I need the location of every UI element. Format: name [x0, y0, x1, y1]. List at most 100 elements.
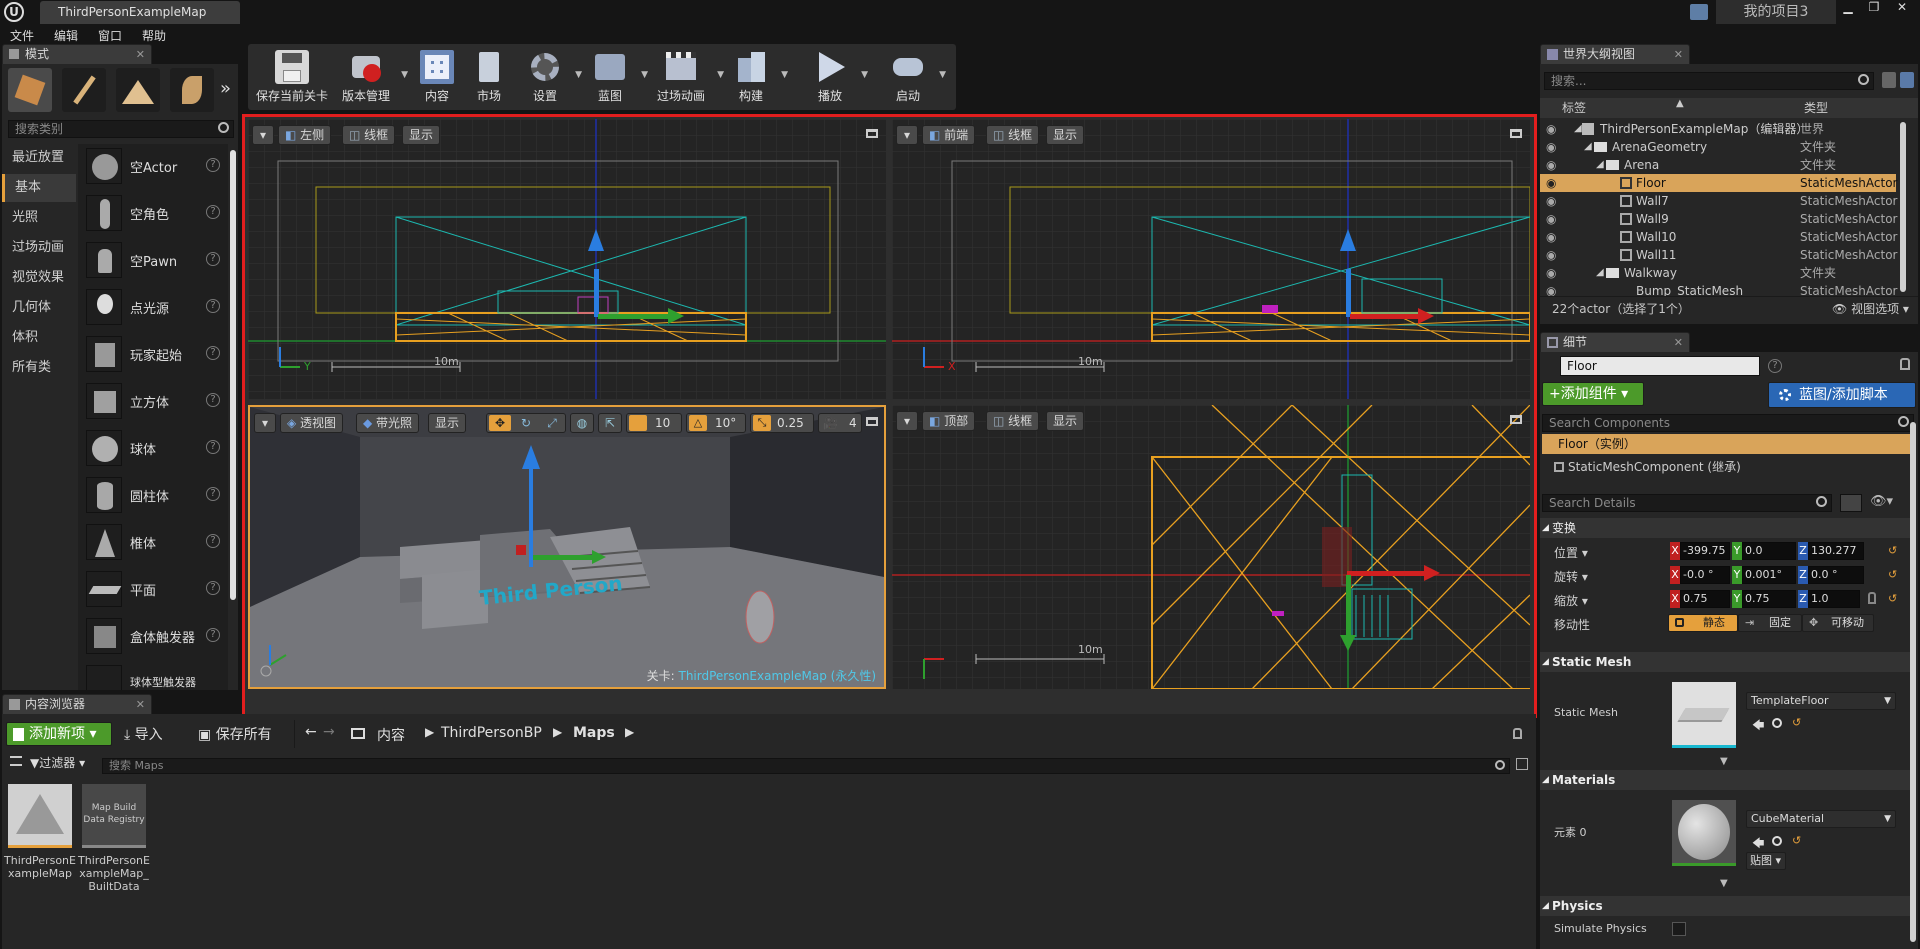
breadcrumb-content[interactable]: 内容 [377, 725, 405, 745]
view-type-button[interactable]: ◧ 顶部 [922, 411, 976, 431]
import-button[interactable]: ⤓ 导入 [124, 724, 163, 744]
location-x-field[interactable]: -399.75 [1680, 542, 1730, 560]
category-volumes[interactable]: 体积 [2, 324, 76, 352]
viewport-options-button[interactable]: ▾ [896, 411, 918, 431]
place-item-cylinder[interactable]: 圆柱体? [82, 473, 224, 517]
rotation-x-field[interactable]: -0.0 ° [1680, 566, 1730, 584]
static-mesh-header[interactable]: ◢ Static Mesh [1540, 652, 1916, 672]
help-icon[interactable]: ? [206, 299, 220, 313]
use-selected-asset-icon[interactable]: 🡄 [1752, 716, 1764, 737]
chevron-down-icon[interactable]: ▼ [641, 70, 648, 80]
mobility-label[interactable]: 移动性 [1554, 616, 1590, 633]
scale-label[interactable]: 缩放 ▾ [1554, 592, 1588, 609]
notifications-icon[interactable] [1690, 4, 1708, 20]
view-options-button[interactable]: 👁 视图选项 ▾ [1832, 297, 1909, 321]
rotation-z-field[interactable]: 0.0 ° [1808, 566, 1864, 584]
tree-row[interactable]: ◉ ◢ Arena 文件夹 [1540, 156, 1912, 174]
settings-button[interactable]: 设置 ▼ [520, 46, 582, 108]
scale-z-field[interactable]: 1.0 [1808, 590, 1860, 608]
eye-icon[interactable]: ◉ [1546, 174, 1556, 192]
reset-location-icon[interactable]: ↺ [1888, 544, 1897, 557]
mode-landscape-button[interactable] [116, 68, 160, 112]
cinematics-button[interactable]: 过场动画 ▼ [650, 46, 724, 108]
asset-tile-map[interactable]: ThirdPersonExampleMap [4, 784, 76, 896]
content-browser-tab[interactable]: 内容浏览器 ✕ [2, 694, 152, 714]
details-scrollbar[interactable] [1910, 422, 1916, 942]
viewport-options-button[interactable]: ▾ [252, 125, 274, 145]
eye-icon[interactable]: ◉ [1546, 282, 1556, 296]
menu-file[interactable]: 文件 [10, 27, 34, 44]
rotation-snap-group[interactable]: △ 10° [686, 413, 746, 433]
unreal-logo-icon[interactable]: U [4, 2, 24, 22]
expand-advanced-icon[interactable]: ▼ [1720, 756, 1728, 767]
reset-mesh-icon[interactable]: ↺ [1792, 716, 1801, 729]
mobility-static-button[interactable]: 静态 [1668, 614, 1738, 632]
rotate-icon[interactable]: ↻ [515, 415, 537, 431]
viewport-front[interactable]: X 10m ▾ ◧ 前端 ◫ 线框 显示 [892, 119, 1530, 399]
material-picker[interactable]: CubeMaterial ▼ [1746, 810, 1896, 828]
outliner-tab[interactable]: 世界大纲视图 ✕ [1540, 44, 1690, 64]
close-icon[interactable]: ✕ [136, 695, 145, 714]
add-new-button[interactable]: 添加新项 ▾ [6, 722, 112, 746]
viewport-left[interactable]: Y 10m ▾ ◧ 左侧 ◫ 线框 显示 [248, 119, 886, 399]
close-icon[interactable]: ✕ [136, 45, 145, 64]
close-icon[interactable]: ✕ [1674, 333, 1683, 352]
reset-material-icon[interactable]: ↺ [1792, 834, 1801, 847]
help-icon[interactable]: ? [206, 252, 220, 266]
materials-header[interactable]: ◢ Materials [1540, 770, 1916, 790]
category-recent[interactable]: 最近放置 [2, 144, 76, 172]
eye-icon[interactable]: ◉ [1546, 264, 1556, 282]
transform-header[interactable]: ◢ 变换 [1540, 518, 1916, 538]
component-root[interactable]: Floor（实例） [1542, 434, 1916, 454]
filters-button[interactable]: ▼过滤器 ▾ [30, 754, 85, 771]
place-item-sphere[interactable]: 球体? [82, 426, 224, 470]
place-item-empty-character[interactable]: 空角色? [82, 191, 224, 235]
simulate-physics-checkbox[interactable] [1672, 922, 1686, 936]
tree-row[interactable]: ◉ Wall7 StaticMeshActor [1540, 192, 1912, 210]
actor-name-input[interactable]: Floor [1560, 356, 1760, 376]
show-button[interactable]: 显示 [1046, 125, 1085, 145]
tree-row[interactable]: ◉ Wall9 StaticMeshActor [1540, 210, 1912, 228]
eye-icon[interactable]: ◉ [1546, 210, 1556, 228]
chevron-down-icon[interactable]: ▼ [401, 70, 408, 80]
tree-row[interactable]: ◉ Wall11 StaticMeshActor [1540, 246, 1912, 264]
tree-row[interactable]: ◉ Bump_StaticMesh StaticMeshActor [1540, 282, 1912, 296]
place-item-empty-actor[interactable]: 空Actor? [82, 144, 224, 188]
static-mesh-thumbnail[interactable] [1672, 682, 1736, 748]
location-label[interactable]: 位置 ▾ [1554, 544, 1588, 561]
chevron-down-icon[interactable]: ▼ [575, 70, 582, 80]
modes-scrollbar[interactable] [230, 150, 236, 600]
asset-search-input[interactable]: 搜索 Maps [102, 758, 1510, 774]
eye-icon[interactable]: ◉ [1546, 246, 1556, 264]
view-mode-button[interactable]: ◫ 线框 [986, 125, 1040, 145]
physics-header[interactable]: ◢ Physics [1540, 896, 1916, 916]
menu-edit[interactable]: 编辑 [54, 27, 78, 44]
show-button[interactable]: 显示 [402, 125, 441, 145]
help-icon[interactable]: ? [1768, 359, 1782, 373]
place-item-cube[interactable]: 立方体? [82, 379, 224, 423]
search-details-input[interactable]: Search Details [1542, 494, 1832, 512]
rotation-y-field[interactable]: 0.001° [1742, 566, 1796, 584]
component-child[interactable]: StaticMeshComponent (继承) [1542, 456, 1916, 478]
category-all-classes[interactable]: 所有类 [2, 354, 76, 382]
sources-toggle-icon[interactable] [10, 756, 22, 766]
category-visual-effects[interactable]: 视觉效果 [2, 264, 76, 292]
tree-row[interactable]: ◉ Wall10 StaticMeshActor [1540, 228, 1912, 246]
camera-speed-group[interactable]: 🎥 4 [818, 413, 862, 433]
minimize-button[interactable]: ▁ [1836, 0, 1860, 16]
chevron-down-icon[interactable]: ▼ [781, 70, 788, 80]
visibility-eye-icon[interactable]: 👁▾ [1870, 494, 1893, 509]
place-item-sphere-trigger[interactable]: 球体型触发器 [82, 661, 224, 690]
mobility-movable-button[interactable]: ✥ 可移动 [1802, 614, 1874, 632]
tree-row-selected[interactable]: ◉ Floor StaticMeshActor [1540, 174, 1897, 192]
chevron-down-icon[interactable]: ▼ [861, 70, 868, 80]
add-component-button[interactable]: +添加组件 ▾ [1542, 382, 1644, 406]
forward-arrow-icon[interactable]: → [323, 724, 335, 740]
view-mode-button[interactable]: ◫ 线框 [986, 411, 1040, 431]
scale-x-field[interactable]: 0.75 [1680, 590, 1730, 608]
reset-rotation-icon[interactable]: ↺ [1888, 568, 1897, 581]
place-item-cone[interactable]: 椎体? [82, 520, 224, 564]
maximize-viewport-icon[interactable] [866, 417, 878, 426]
save-all-button[interactable]: ▣ 保存所有 [198, 724, 272, 744]
chevron-down-icon[interactable]: ▼ [939, 70, 946, 80]
